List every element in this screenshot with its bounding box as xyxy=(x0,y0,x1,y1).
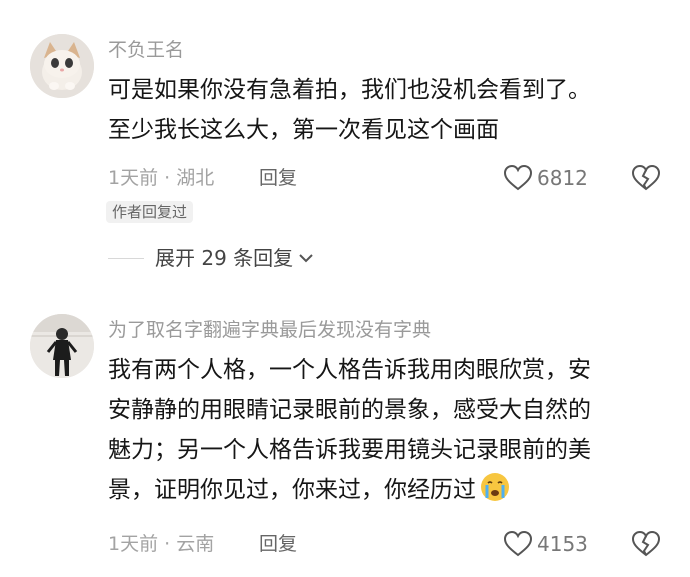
dislike-button[interactable] xyxy=(631,530,661,562)
reply-button[interactable]: 回复 xyxy=(259,530,297,558)
person-avatar-image xyxy=(30,314,94,378)
comment-meta: 1天前 · 云南 xyxy=(108,530,214,558)
comment-text-line: 可是如果你没有急着拍，我们也没机会看到了。 xyxy=(108,77,591,103)
expand-replies-button[interactable]: 展开 29 条回复 xyxy=(155,244,315,272)
comment-username[interactable]: 不负王名 xyxy=(108,38,184,62)
heart-outline-icon xyxy=(503,530,533,557)
comment-time: 1天前 xyxy=(108,167,159,189)
broken-heart-icon xyxy=(631,530,661,557)
like-count: 4153 xyxy=(537,532,588,556)
expand-replies-label: 展开 29 条回复 xyxy=(155,246,294,270)
comment-text-line: 我有两个人格，一个人格告诉我用肉眼欣赏，安 xyxy=(108,357,591,383)
like-button[interactable]: 4153 xyxy=(503,530,588,558)
avatar[interactable] xyxy=(30,314,94,378)
comment-location: 湖北 xyxy=(176,167,215,189)
divider xyxy=(108,258,144,259)
comment-text-line: 景，证明你见过，你来过，你经历过 xyxy=(108,477,476,503)
like-count: 6812 xyxy=(537,166,588,190)
comment-text-line: 魅力；另一个人格告诉我要用镜头记录眼前的美 xyxy=(108,437,591,463)
comment-text-line: 至少我长这么大，第一次看见这个画面 xyxy=(108,117,499,143)
comment-time: 1天前 xyxy=(108,533,159,555)
crying-face-emoji xyxy=(481,473,509,501)
reply-button[interactable]: 回复 xyxy=(259,164,297,192)
comment-text: 我有两个人格，一个人格告诉我用肉眼欣赏，安 安静静的用眼睛记录眼前的景象，感受大… xyxy=(108,350,668,510)
meta-separator: · xyxy=(158,533,177,555)
like-button[interactable]: 6812 xyxy=(503,164,588,192)
comment-meta: 1天前 · 湖北 xyxy=(108,164,214,192)
dislike-button[interactable] xyxy=(631,164,661,196)
comment-username[interactable]: 为了取名字翻遍字典最后发现没有字典 xyxy=(108,318,431,342)
avatar[interactable] xyxy=(30,34,94,98)
cat-avatar-image xyxy=(30,34,94,98)
meta-separator: · xyxy=(158,167,177,189)
broken-heart-icon xyxy=(631,164,661,191)
comment-text-line: 安静静的用眼睛记录眼前的景象，感受大自然的 xyxy=(108,397,591,423)
comment-text: 可是如果你没有急着拍，我们也没机会看到了。 至少我长这么大，第一次看见这个画面 xyxy=(108,70,668,150)
comment-location: 云南 xyxy=(176,533,215,555)
author-replied-badge: 作者回复过 xyxy=(106,201,194,223)
chevron-down-icon xyxy=(299,254,313,263)
heart-outline-icon xyxy=(503,164,533,191)
